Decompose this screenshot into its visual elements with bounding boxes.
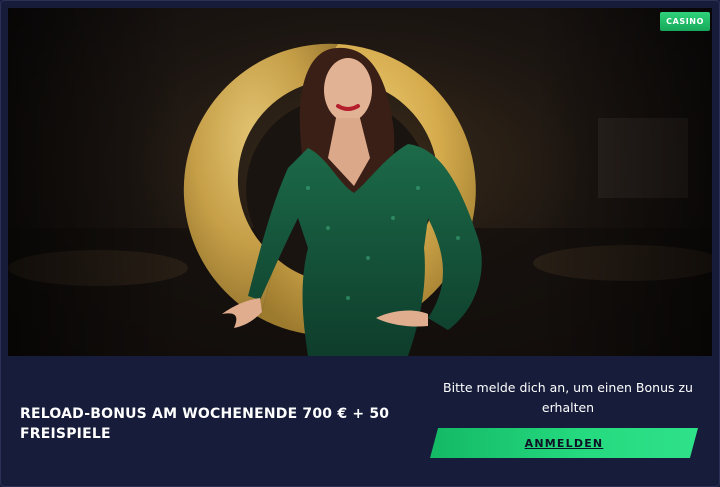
vignette bbox=[8, 8, 712, 356]
login-button[interactable]: ANMELDEN bbox=[430, 428, 698, 458]
offer-title: RELOAD-BONUS AM WOCHENENDE 700 € + 50 FR… bbox=[20, 406, 390, 442]
bonus-card: CASINO RELOAD-BONUS AM WOCHENENDE 700 € … bbox=[0, 0, 720, 487]
casino-badge: CASINO bbox=[660, 12, 710, 31]
offer-panel: RELOAD-BONUS AM WOCHENENDE 700 € + 50 FR… bbox=[0, 356, 720, 487]
hero-banner: CASINO bbox=[8, 8, 712, 356]
hero-image bbox=[8, 8, 712, 356]
login-prompt: Bitte melde dich an, um einen Bonus zu e… bbox=[443, 380, 693, 415]
